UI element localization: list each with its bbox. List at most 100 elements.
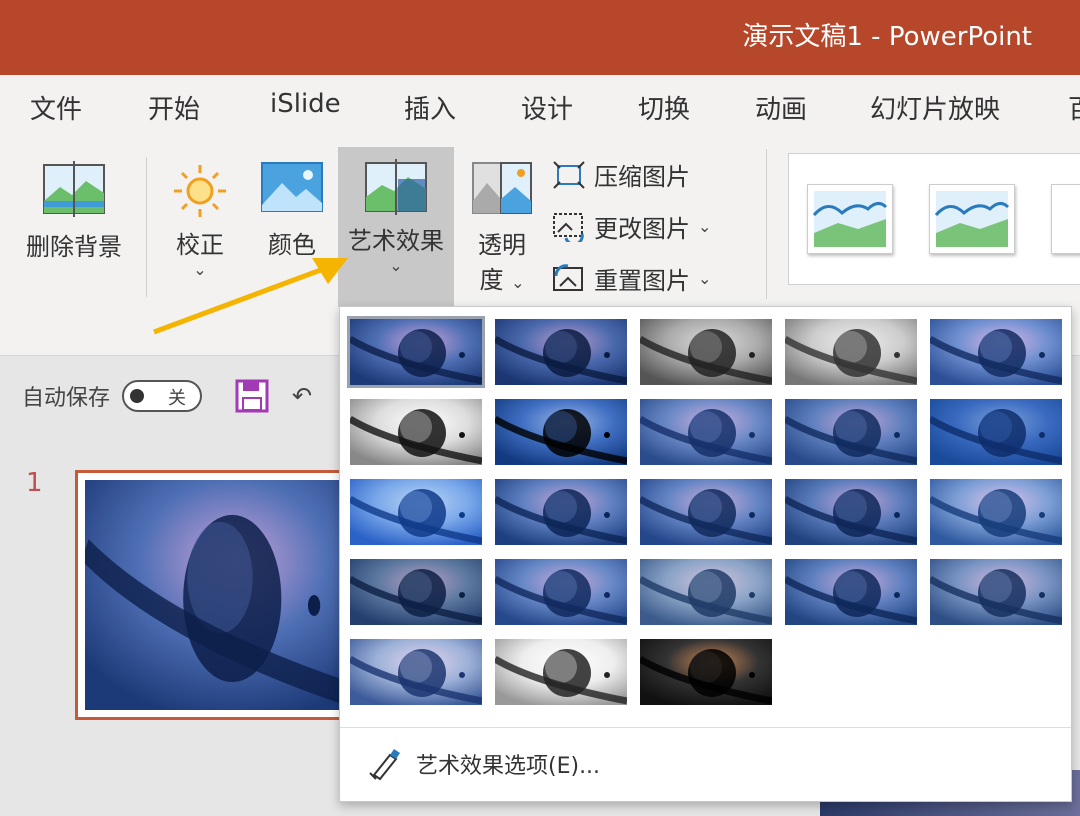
tab-insert[interactable]: 插入: [404, 89, 456, 126]
transparency-button[interactable]: 透明 度 ⌄: [462, 161, 542, 295]
effect-preview-icon: [930, 479, 1062, 545]
slide-image: [85, 480, 355, 710]
picture-color-icon: [261, 162, 323, 212]
undo-icon[interactable]: ↶: [292, 382, 312, 410]
effect-preview-icon: [785, 559, 917, 625]
artistic-effect-21[interactable]: [350, 639, 482, 705]
title-bar: 演示文稿1 - PowerPoint: [0, 0, 1080, 75]
artistic-effect-8[interactable]: [640, 399, 772, 465]
effect-preview-icon: [495, 639, 627, 705]
tab-slideshow[interactable]: 幻灯片放映: [870, 89, 1000, 126]
artistic-effects-options-label: 艺术效果选项(E)...: [416, 754, 601, 779]
tab-animations[interactable]: 动画: [755, 89, 807, 126]
effect-preview-icon: [495, 479, 627, 545]
artistic-effect-1[interactable]: [347, 316, 485, 388]
tab-home[interactable]: 开始: [148, 89, 200, 126]
tab-file[interactable]: 文件: [30, 89, 82, 126]
transparency-label: 透明: [478, 231, 526, 259]
artistic-effect-7[interactable]: [495, 399, 627, 465]
artistic-effects-icon: [365, 159, 427, 215]
autosave-label: 自动保存: [22, 386, 111, 411]
effect-preview-icon: [930, 559, 1062, 625]
artistic-effect-17[interactable]: [495, 559, 627, 625]
effect-preview-icon: [495, 559, 627, 625]
tab-transitions[interactable]: 切换: [638, 89, 690, 126]
arrow-annotation: [153, 258, 348, 335]
artistic-effect-12[interactable]: [495, 479, 627, 545]
ribbon-divider: [766, 149, 767, 299]
tab-truncated[interactable]: 百: [1068, 89, 1080, 126]
reset-picture-button[interactable]: 重置图片 ⌄: [552, 261, 711, 296]
chevron-down-icon: ⌄: [698, 217, 712, 236]
effect-preview-icon: [495, 399, 627, 465]
artistic-effect-22[interactable]: [495, 639, 627, 705]
compress-pictures-button[interactable]: 压缩图片: [552, 157, 690, 192]
effect-preview-icon: [785, 479, 917, 545]
picture-style-3[interactable]: [1051, 184, 1080, 254]
artistic-effect-18[interactable]: [640, 559, 772, 625]
artistic-effect-9[interactable]: [785, 399, 917, 465]
tab-islide[interactable]: iSlide: [270, 89, 341, 119]
artistic-effect-14[interactable]: [785, 479, 917, 545]
artistic-effect-11[interactable]: [350, 479, 482, 545]
picture-style-icon: [934, 191, 1010, 247]
picture-styles-gallery: [788, 153, 1080, 285]
effect-preview-icon: [640, 639, 772, 705]
color-button[interactable]: 颜色: [254, 161, 330, 260]
artistic-effects-gallery: 艺术效果选项(E)...: [339, 306, 1072, 802]
effect-preview-icon: [350, 319, 482, 385]
change-picture-button[interactable]: 更改图片 ⌄: [552, 209, 711, 244]
artistic-effect-23[interactable]: [640, 639, 772, 705]
artistic-effect-4[interactable]: [785, 319, 917, 385]
compress-label: 压缩图片: [594, 163, 690, 191]
save-icon[interactable]: [234, 378, 270, 414]
effect-preview-icon: [640, 319, 772, 385]
effect-preview-icon: [640, 559, 772, 625]
artistic-effect-2[interactable]: [495, 319, 627, 385]
effect-preview-icon: [785, 319, 917, 385]
remove-background-icon: [43, 161, 105, 217]
change-picture-icon: [553, 212, 584, 242]
brush-icon: [369, 749, 400, 781]
transparency-label-2: 度 ⌄: [479, 266, 525, 294]
artistic-effect-10[interactable]: [930, 399, 1062, 465]
artistic-effect-5[interactable]: [930, 319, 1062, 385]
artistic-effect-13[interactable]: [640, 479, 772, 545]
artistic-effects-options[interactable]: 艺术效果选项(E)...: [368, 747, 600, 781]
artistic-effect-15[interactable]: [930, 479, 1062, 545]
remove-background-button[interactable]: 删除背景: [20, 161, 128, 262]
effect-preview-icon: [350, 479, 482, 545]
effect-preview-icon: [785, 399, 917, 465]
effect-preview-icon: [930, 319, 1062, 385]
ribbon-divider: [146, 157, 147, 297]
picture-style-1[interactable]: [807, 184, 893, 254]
effect-preview-icon: [640, 479, 772, 545]
chevron-down-icon: ⌄: [698, 269, 712, 288]
effect-preview-icon: [350, 399, 482, 465]
artistic-effect-3[interactable]: [640, 319, 772, 385]
artistic-effect-6[interactable]: [350, 399, 482, 465]
effect-preview-icon: [930, 399, 1062, 465]
toggle-knob: [130, 389, 145, 403]
slide-thumbnail[interactable]: [75, 470, 365, 720]
reset-picture-icon: [553, 263, 583, 291]
gallery-divider: [340, 727, 1071, 728]
autosave-toggle[interactable]: 关: [122, 380, 203, 412]
window-title: 演示文稿1 - PowerPoint: [742, 22, 1032, 52]
change-picture-label: 更改图片: [594, 215, 690, 243]
sun-icon: [174, 165, 226, 217]
effect-preview-icon: [640, 399, 772, 465]
toggle-state-label: 关: [168, 388, 187, 409]
artistic-effect-16[interactable]: [350, 559, 482, 625]
effect-preview-icon: [350, 639, 482, 705]
tab-design[interactable]: 设计: [521, 89, 573, 126]
artistic-effect-19[interactable]: [785, 559, 917, 625]
remove-background-label: 删除背景: [26, 233, 122, 261]
artistic-effect-20[interactable]: [930, 559, 1062, 625]
picture-style-icon: [812, 191, 888, 247]
transparency-icon: [472, 162, 532, 214]
effect-preview-icon: [85, 480, 355, 710]
slide-number: 1: [26, 468, 43, 498]
picture-style-2[interactable]: [929, 184, 1015, 254]
effect-preview-icon: [350, 559, 482, 625]
